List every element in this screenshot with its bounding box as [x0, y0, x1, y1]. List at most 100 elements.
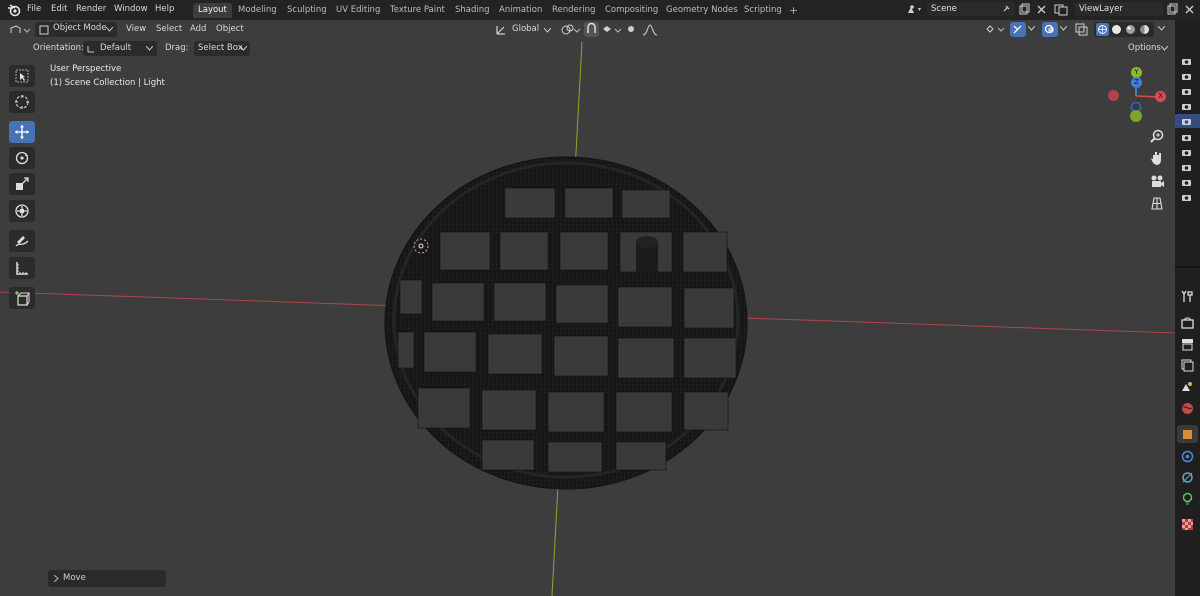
- navigation-gizmo[interactable]: Y Z X: [1100, 64, 1170, 124]
- drag-dropdown[interactable]: Select Box: [194, 41, 250, 56]
- xray-toggle-icon[interactable]: [1075, 23, 1088, 36]
- camera-icon[interactable]: [1181, 178, 1192, 187]
- camera-icon[interactable]: [1181, 133, 1192, 142]
- camera-icon[interactable]: [1181, 87, 1192, 96]
- texture-properties-icon[interactable]: [1181, 518, 1194, 531]
- menu-select[interactable]: Select: [156, 24, 182, 34]
- pivot-point-icon[interactable]: [560, 23, 580, 36]
- tab-scripting[interactable]: Scripting: [739, 3, 787, 18]
- perspective-toggle-icon[interactable]: [1149, 195, 1165, 211]
- snap-icon[interactable]: [584, 22, 599, 37]
- scene-properties-icon[interactable]: [1181, 380, 1194, 393]
- delete-view-layer-icon[interactable]: [1183, 3, 1196, 16]
- gizmo-neg-y-axis[interactable]: [1130, 110, 1142, 122]
- menu-help[interactable]: Help: [155, 4, 174, 14]
- view-layer-icon[interactable]: [1054, 3, 1070, 16]
- camera-icon[interactable]: [1181, 193, 1192, 202]
- camera-icon[interactable]: [1181, 72, 1192, 81]
- camera-view-icon[interactable]: [1149, 173, 1165, 189]
- new-view-layer-icon[interactable]: [1166, 3, 1179, 16]
- view-object-types-icon[interactable]: [985, 23, 1007, 36]
- menu-view[interactable]: View: [126, 24, 146, 34]
- scene-icon[interactable]: [906, 4, 924, 16]
- view-layer-field[interactable]: ViewLayer: [1075, 2, 1163, 16]
- rendered-shading-icon[interactable]: [1139, 24, 1150, 35]
- camera-icon[interactable]: [1181, 57, 1192, 66]
- cursor-tool[interactable]: [9, 91, 35, 113]
- chevron-down-icon[interactable]: [544, 28, 551, 33]
- menu-file[interactable]: File: [27, 4, 41, 14]
- tab-animation[interactable]: Animation: [494, 3, 547, 18]
- camera-icon[interactable]: [1181, 102, 1192, 111]
- new-scene-icon[interactable]: [1018, 3, 1031, 16]
- add-cube-tool[interactable]: [9, 287, 35, 309]
- menu-render[interactable]: Render: [76, 4, 106, 14]
- editor-type-icon[interactable]: [8, 23, 30, 37]
- object-properties-tab[interactable]: [1177, 425, 1198, 443]
- tab-rendering[interactable]: Rendering: [547, 3, 600, 18]
- tab-modeling[interactable]: Modeling: [233, 3, 282, 18]
- wireframe-shading-icon[interactable]: [1096, 23, 1109, 36]
- tab-shading[interactable]: Shading: [450, 3, 495, 18]
- menu-add[interactable]: Add: [190, 24, 206, 34]
- proportional-falloff-icon[interactable]: [642, 23, 658, 36]
- gizmo-neg-x-axis[interactable]: [1108, 90, 1119, 101]
- object-constraint-icon[interactable]: [1181, 471, 1194, 484]
- select-box-tool[interactable]: [9, 65, 35, 87]
- camera-icon[interactable]: [1181, 117, 1192, 126]
- scale-tool[interactable]: [9, 173, 35, 195]
- gizmo-z-axis[interactable]: Z: [1131, 77, 1142, 88]
- crosshair-icon: [15, 95, 29, 109]
- snap-target-icon[interactable]: [601, 23, 623, 36]
- top-bar: File Edit Render Window Help Layout Mode…: [0, 0, 1200, 20]
- gizmo-x-axis[interactable]: X: [1155, 91, 1166, 102]
- tab-geometry-nodes[interactable]: Geometry Nodes: [661, 3, 743, 18]
- render-properties-icon[interactable]: [1181, 317, 1194, 330]
- menu-window[interactable]: Window: [114, 4, 148, 14]
- tab-compositing[interactable]: Compositing: [600, 3, 663, 18]
- physics-properties-icon[interactable]: [1181, 450, 1194, 463]
- gizmo-toggle-icon[interactable]: [1010, 22, 1026, 37]
- tab-layout[interactable]: Layout: [193, 3, 232, 18]
- 3d-viewport[interactable]: Object Mode View Select Add Object Globa…: [0, 20, 1175, 596]
- measure-tool[interactable]: [9, 257, 35, 279]
- tool-properties-icon[interactable]: [1181, 290, 1194, 303]
- gizmo-options-icon[interactable]: [1028, 26, 1035, 31]
- output-properties-icon[interactable]: [1181, 338, 1194, 351]
- viewport-canvas[interactable]: [0, 20, 1175, 596]
- menu-object[interactable]: Object: [216, 24, 244, 34]
- delete-scene-icon[interactable]: [1035, 3, 1048, 16]
- tab-uv-editing[interactable]: UV Editing: [331, 3, 385, 18]
- world-properties-icon[interactable]: [1181, 402, 1194, 415]
- add-workspace-button[interactable]: +: [784, 3, 803, 18]
- transform-orientation-value[interactable]: Global: [512, 24, 539, 34]
- orientation-dropdown[interactable]: Default: [83, 41, 157, 56]
- camera-icon[interactable]: [1181, 163, 1192, 172]
- zoom-icon[interactable]: [1149, 128, 1165, 144]
- mode-dropdown[interactable]: Object Mode: [35, 22, 117, 37]
- tab-texture-paint[interactable]: Texture Paint: [385, 3, 450, 18]
- proportional-edit-icon[interactable]: [626, 24, 636, 34]
- annotate-tool[interactable]: [9, 230, 35, 252]
- options-dropdown[interactable]: Options: [1124, 41, 1170, 56]
- cube-add-icon: [15, 291, 30, 306]
- scene-field[interactable]: Scene: [927, 2, 1015, 16]
- pan-hand-icon[interactable]: [1149, 150, 1165, 166]
- rotate-tool[interactable]: [9, 147, 35, 169]
- solid-shading-icon[interactable]: [1111, 24, 1122, 35]
- tab-sculpting[interactable]: Sculpting: [282, 3, 332, 18]
- pin-icon[interactable]: [1001, 4, 1011, 14]
- blender-logo-icon[interactable]: [7, 3, 21, 17]
- menu-edit[interactable]: Edit: [51, 4, 67, 14]
- shading-options-icon[interactable]: [1158, 26, 1165, 31]
- move-tool[interactable]: [9, 121, 35, 143]
- overlays-toggle-icon[interactable]: [1042, 22, 1058, 37]
- transform-tool[interactable]: [9, 200, 35, 222]
- last-operation-panel[interactable]: Move: [48, 570, 166, 587]
- view-layer-properties-icon[interactable]: [1181, 359, 1194, 372]
- material-shading-icon[interactable]: [1125, 24, 1136, 35]
- object-data-light-icon[interactable]: [1181, 492, 1194, 505]
- camera-icon[interactable]: [1181, 148, 1192, 157]
- overlays-options-icon[interactable]: [1060, 26, 1067, 31]
- mesh-object[interactable]: [384, 156, 748, 490]
